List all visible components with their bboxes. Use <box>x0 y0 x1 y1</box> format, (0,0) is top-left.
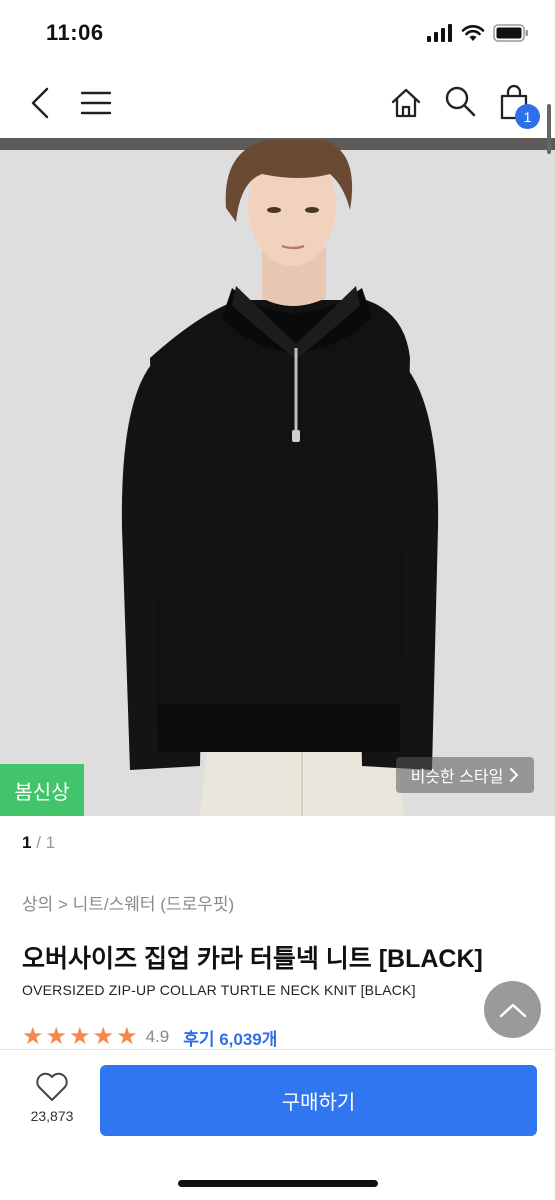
battery-icon <box>493 24 528 42</box>
scroll-to-top-button[interactable] <box>484 981 541 1038</box>
scrollbar-thumb[interactable] <box>547 104 551 154</box>
chevron-up-icon <box>499 1003 526 1017</box>
star-rating: ★ ★ ★ ★ ★ <box>22 1025 138 1049</box>
wifi-icon <box>461 25 485 41</box>
home-button[interactable] <box>386 82 426 124</box>
star-icon: ★ <box>22 1023 44 1050</box>
star-icon: ★ <box>69 1023 91 1050</box>
new-arrival-badge: 봄신상 <box>0 764 84 816</box>
breadcrumb[interactable]: 상의 > 니트/스웨터 (드로우핏) <box>22 890 234 915</box>
similar-style-button[interactable]: 비슷한 스타일 <box>396 757 534 793</box>
model-photo <box>121 140 439 816</box>
like-button[interactable]: 23,873 <box>18 1072 86 1134</box>
star-icon: ★ <box>45 1023 68 1050</box>
signal-icon <box>427 24 452 42</box>
product-image[interactable] <box>0 138 555 816</box>
back-button[interactable] <box>22 82 58 124</box>
reviews-link[interactable]: 후기 6,039개 <box>183 1025 277 1050</box>
product-title: 오버사이즈 집업 카라 터틀넥 니트 [BLACK] <box>22 945 483 973</box>
buy-button[interactable]: 구매하기 <box>100 1065 537 1136</box>
rating-row: ★ ★ ★ ★ ★ 4.9 후기 6,039개 <box>22 1024 277 1050</box>
search-button[interactable] <box>440 80 480 122</box>
cart-count-badge: 1 <box>515 104 540 129</box>
chevron-right-icon <box>510 768 519 782</box>
status-icons <box>427 24 529 42</box>
home-icon <box>391 88 421 118</box>
page-total: / 1 <box>31 833 56 852</box>
home-indicator <box>178 1180 378 1187</box>
status-time: 11:06 <box>46 20 104 45</box>
heart-icon <box>36 1072 68 1101</box>
like-count: 23,873 <box>30 1108 74 1124</box>
star-icon: ★ <box>92 1023 115 1050</box>
rating-value: 4.9 <box>145 1027 170 1046</box>
image-page-indicator: 1 / 1 <box>22 833 55 853</box>
top-nav-bar <box>0 68 555 138</box>
status-bar: 11:06 <box>0 0 555 68</box>
search-icon <box>445 86 476 117</box>
back-arrow-icon <box>31 87 49 119</box>
star-icon: ★ <box>116 1023 138 1050</box>
product-title-english: OVERSIZED ZIP-UP COLLAR TURTLE NECK KNIT… <box>22 982 416 998</box>
menu-button[interactable] <box>76 82 116 124</box>
hamburger-menu-icon <box>81 91 111 115</box>
similar-style-label: 비슷한 스타일 <box>410 769 504 786</box>
